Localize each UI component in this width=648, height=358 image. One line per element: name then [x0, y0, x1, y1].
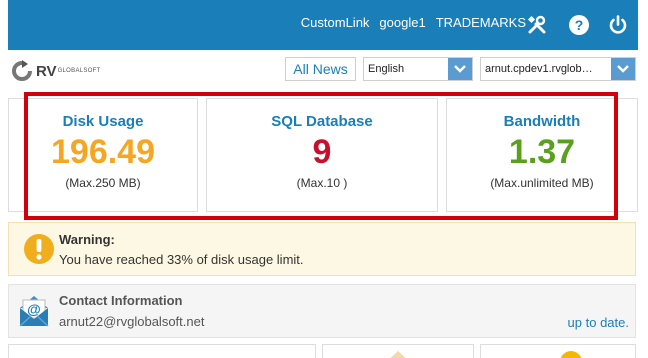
bottom-card-2: [322, 344, 474, 358]
logo[interactable]: RV GLOBALSOFT: [8, 60, 101, 82]
bottom-card-3: [480, 344, 636, 358]
warning-text: You have reached 33% of disk usage limit…: [59, 252, 304, 267]
language-select-value: English: [368, 63, 405, 75]
customlink-link[interactable]: CustomLink: [301, 15, 370, 30]
status-circle-icon: [560, 351, 582, 358]
server-select[interactable]: arnut.cpdev1.rvglob…: [480, 57, 636, 81]
warning-banner: Warning: You have reached 33% of disk us…: [8, 222, 636, 276]
top-links: CustomLink google1 TRADEMARKS: [301, 15, 526, 30]
warning-icon: [24, 234, 54, 264]
language-select[interactable]: English: [363, 57, 473, 81]
contact-email: arnut22@rvglobalsoft.net: [59, 314, 205, 329]
highlight-box: [24, 92, 618, 220]
trademarks-link[interactable]: TRADEMARKS: [436, 15, 526, 30]
logo-mark-icon: [12, 60, 32, 81]
chevron-down-icon[interactable]: [611, 58, 635, 80]
contact-title: Contact Information: [59, 293, 183, 308]
all-news-button[interactable]: All News: [285, 57, 356, 81]
contact-info-panel: @ Contact Information arnut22@rvglobalso…: [8, 284, 636, 338]
warning-title: Warning:: [59, 232, 115, 247]
bottom-card-1: [8, 344, 316, 358]
logo-text: RV: [36, 62, 57, 80]
google1-link[interactable]: google1: [379, 15, 425, 30]
chevron-down-icon[interactable]: [448, 58, 472, 80]
logo-sub: GLOBALSOFT: [57, 68, 101, 74]
tools-icon[interactable]: [524, 12, 550, 38]
svg-text:@: @: [27, 301, 41, 317]
email-icon: @: [19, 296, 49, 327]
envelope-icon: [390, 351, 406, 358]
power-icon[interactable]: [605, 12, 631, 38]
help-icon[interactable]: ?: [566, 12, 592, 38]
server-select-value: arnut.cpdev1.rvglob…: [485, 63, 593, 75]
up-to-date-link[interactable]: up to date.: [568, 315, 629, 330]
svg-text:?: ?: [575, 17, 584, 33]
top-bar: CustomLink google1 TRADEMARKS ?: [8, 0, 638, 50]
